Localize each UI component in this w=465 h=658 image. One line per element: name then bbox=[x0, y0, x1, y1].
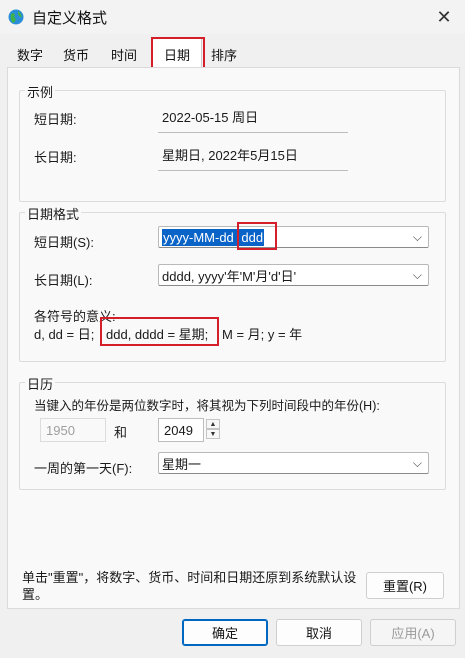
chevron-down-icon[interactable]: ⌵ bbox=[413, 268, 422, 283]
long-date-label: 长日期(L): bbox=[34, 273, 93, 288]
long-date-value: dddd, yyyy'年'M'月'd'日' bbox=[162, 268, 297, 284]
short-date-combobox[interactable]: yyyy-MM-dd ddd ⌵ bbox=[158, 226, 429, 248]
example-group-title: 示例 bbox=[25, 82, 56, 101]
tab-date-highlight bbox=[151, 37, 205, 70]
short-date-label: 短日期(S): bbox=[34, 235, 94, 250]
tab-number[interactable]: 数字 bbox=[10, 42, 50, 66]
and-label: 和 bbox=[114, 425, 128, 440]
window-title: 自定义格式 bbox=[32, 10, 108, 27]
close-icon[interactable]: ✕ bbox=[428, 4, 460, 30]
reset-button[interactable]: 重置(R) bbox=[366, 572, 444, 599]
weekday-highlight bbox=[100, 317, 219, 346]
tab-panel: 示例 短日期: 2022-05-15 周日 长日期: 星期日, 2022年5月1… bbox=[7, 67, 460, 609]
calendar-group-title: 日历 bbox=[25, 374, 56, 393]
symbols-month-year: M = 月; y = 年 bbox=[222, 327, 303, 342]
chevron-down-icon[interactable]: ▼ bbox=[206, 429, 220, 439]
tab-sort[interactable]: 排序 bbox=[204, 42, 244, 66]
first-day-combobox[interactable]: 星期一 ⌵ bbox=[158, 452, 429, 474]
start-year-field: 1950 bbox=[40, 418, 106, 442]
end-year-field[interactable]: 2049 bbox=[158, 418, 204, 442]
first-day-label: 一周的第一天(F): bbox=[34, 461, 133, 476]
symbols-day: d, dd = 日; bbox=[34, 327, 95, 342]
example-short-label: 短日期: bbox=[34, 112, 77, 127]
chevron-down-icon[interactable]: ⌵ bbox=[413, 456, 422, 471]
reset-description: 单击"重置"，将数字、货币、时间和日期还原到系统默认设置。 bbox=[22, 570, 357, 602]
first-day-value: 星期一 bbox=[162, 456, 202, 472]
apply-button: 应用(A) bbox=[370, 619, 456, 646]
tab-time[interactable]: 时间 bbox=[104, 42, 144, 66]
long-date-combobox[interactable]: dddd, yyyy'年'M'月'd'日' ⌵ bbox=[158, 264, 429, 286]
globe-icon bbox=[8, 9, 24, 25]
tab-currency[interactable]: 货币 bbox=[56, 42, 96, 66]
chevron-down-icon[interactable]: ⌵ bbox=[413, 230, 422, 245]
chevron-up-icon[interactable]: ▲ bbox=[206, 419, 220, 429]
ddd-highlight bbox=[237, 222, 277, 250]
ok-button[interactable]: 确定 bbox=[182, 619, 268, 646]
example-long-value: 星期日, 2022年5月15日 bbox=[158, 138, 348, 171]
short-date-selected-text: yyyy-MM-dd bbox=[162, 228, 235, 246]
example-long-label: 长日期: bbox=[34, 150, 77, 165]
two-digit-year-label: 当键入的年份是两位数字时，将其视为下列时间段中的年份(H): bbox=[34, 399, 380, 413]
example-short-value: 2022-05-15 周日 bbox=[158, 100, 348, 133]
year-stepper[interactable]: ▲ ▼ bbox=[206, 419, 220, 441]
cancel-button[interactable]: 取消 bbox=[276, 619, 362, 646]
date-format-group-title: 日期格式 bbox=[25, 204, 82, 223]
